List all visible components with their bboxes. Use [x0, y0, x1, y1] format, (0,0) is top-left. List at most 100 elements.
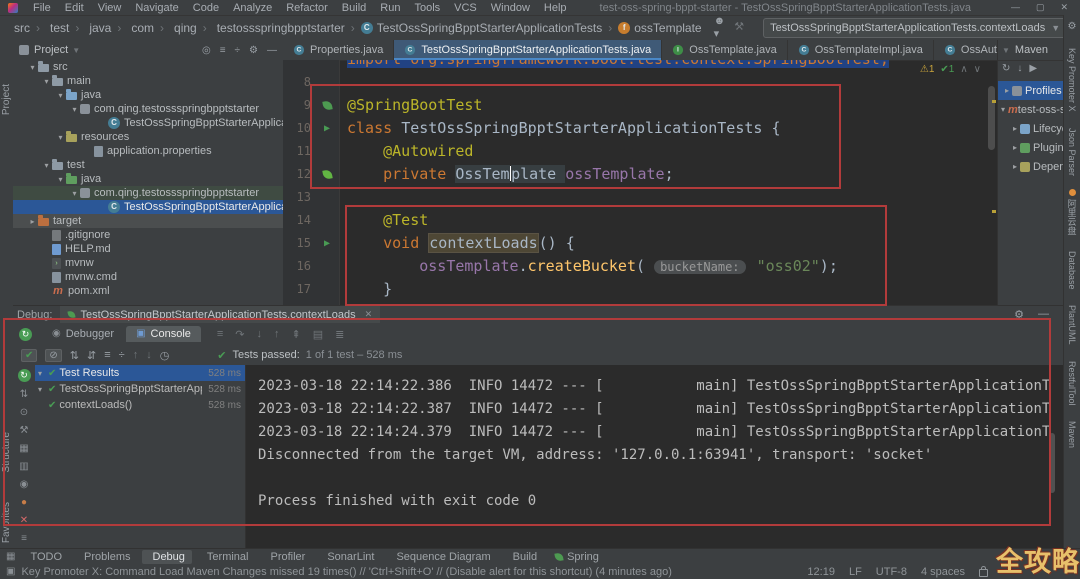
more-options-icon[interactable]: ≡: [21, 533, 27, 544]
menu-item[interactable]: Build: [335, 2, 373, 14]
breadcrumb-item[interactable]: TestOssSpringBpptStarterApplicationTests: [347, 21, 604, 35]
tool-stripe-item[interactable]: 阿里云盘: [1066, 189, 1079, 235]
editor-tab[interactable]: TestOssSpringBpptStarterApplicationTests…: [394, 40, 662, 60]
step-over-icon[interactable]: ≡: [217, 328, 223, 341]
close-icon[interactable]: ✕: [365, 309, 373, 320]
tree-expand-arrow[interactable]: ▾: [55, 133, 66, 142]
tree-item[interactable]: mvnw.cmd: [13, 270, 283, 284]
close-button[interactable]: ✕: [1060, 2, 1068, 13]
inspection-widget[interactable]: ⚠1 ✔1 ∧ ∨: [920, 64, 981, 75]
tool-window-button[interactable]: Terminal: [196, 550, 256, 564]
maven-refresh-icon[interactable]: ↻: [1002, 63, 1010, 79]
sort-alphabetically-icon[interactable]: ⇅: [70, 349, 79, 362]
maven-tree-item[interactable]: ▸ Dependencies: [998, 157, 1064, 176]
maven-download-icon[interactable]: ↓: [1017, 63, 1022, 79]
test-history-icon[interactable]: ◷: [160, 349, 170, 362]
toolwindow-toggle-icon[interactable]: ▦: [6, 552, 15, 562]
tool-window-button[interactable]: Build: [502, 550, 544, 564]
next-failed-icon[interactable]: ↓: [146, 349, 152, 361]
indent-setting[interactable]: 4 spaces: [921, 566, 965, 578]
tree-item[interactable]: ▾ main: [13, 74, 283, 88]
show-ignored-icon[interactable]: ⊘: [45, 349, 61, 362]
status-message[interactable]: Key Promoter X: Command Load Maven Chang…: [21, 566, 671, 578]
editor-tab[interactable]: Properties.java: [283, 40, 394, 60]
maven-tree-item[interactable]: ▸ Profiles: [998, 81, 1064, 100]
export-results-icon[interactable]: ◉: [20, 479, 29, 490]
tree-item[interactable]: application.properties: [13, 144, 283, 158]
step-out-icon[interactable]: ⇞: [292, 328, 301, 341]
tool-stripe-item[interactable]: RestfulTool: [1067, 358, 1077, 406]
debug-session-tab[interactable]: TestOssSpringBpptStarterApplicationTests…: [60, 306, 380, 323]
tool-window-button[interactable]: SonarLint: [316, 550, 381, 564]
tool-window-button[interactable]: TODO: [19, 550, 69, 564]
mute-breakpoints-icon[interactable]: ≣: [335, 328, 344, 341]
chevron-down-icon[interactable]: ▼: [1002, 46, 1010, 55]
editor-tab[interactable]: OssTemplateImpl.java: [788, 40, 934, 60]
status-window-icon[interactable]: ▣: [6, 567, 15, 577]
console-output[interactable]: 2023-03-18 22:14:22.386 INFO 14472 --- […: [246, 365, 1063, 549]
tool-stripe-favorites[interactable]: Favorites: [1, 502, 12, 543]
tree-item[interactable]: ▾ test: [13, 158, 283, 172]
expand-all-icon[interactable]: ≡: [104, 349, 110, 361]
tree-expand-arrow[interactable]: ▾: [69, 189, 80, 198]
tree-item[interactable]: ▾ com.qing.testossspringbpptstarter: [13, 186, 283, 200]
maven-tree-item[interactable]: ▸ Lifecycle: [998, 119, 1064, 138]
rerun-icon[interactable]: ↻: [19, 328, 32, 341]
tree-item[interactable]: ▾ java: [13, 172, 283, 186]
settings-wrench-icon[interactable]: ⚒: [20, 425, 29, 436]
gear-icon[interactable]: ⚙: [249, 45, 258, 56]
gear-icon[interactable]: ⚙: [1014, 308, 1024, 321]
spring-bean-icon[interactable]: [322, 169, 332, 179]
tool-window-button[interactable]: Spring: [548, 550, 606, 564]
tree-expand-arrow[interactable]: ▾: [41, 77, 52, 86]
collapse-all-icon[interactable]: ÷: [119, 349, 125, 361]
tree-item[interactable]: ▾ src: [13, 60, 283, 74]
sort-by-duration-icon[interactable]: ⇵: [87, 349, 96, 362]
breadcrumb-item[interactable]: ossTemplate: [604, 21, 703, 35]
chevron-down-icon[interactable]: ▼: [72, 46, 80, 55]
tool-stripe-structure[interactable]: Structure: [1, 432, 12, 473]
menu-item[interactable]: File: [26, 2, 58, 14]
menu-item[interactable]: View: [91, 2, 129, 14]
console-scrollbar[interactable]: [1049, 433, 1055, 493]
breadcrumb-item[interactable]: src: [8, 21, 32, 35]
tool-window-button[interactable]: Sequence Diagram: [385, 550, 497, 564]
tree-expand-arrow[interactable]: ▾: [55, 175, 66, 184]
tool-stripe-item[interactable]: PlantUML: [1067, 302, 1077, 345]
collapse-all-icon[interactable]: ≡: [220, 45, 226, 56]
tool-stripe-project[interactable]: Project: [1, 84, 12, 115]
tree-item[interactable]: pom.xml: [13, 284, 283, 298]
tab-console[interactable]: ▣ Console: [126, 326, 201, 342]
step-into-icon[interactable]: ↷: [235, 328, 244, 341]
tool-stripe-item[interactable]: Key Promoter X: [1067, 45, 1077, 112]
breadcrumb-item[interactable]: test: [32, 21, 71, 35]
menu-item[interactable]: Navigate: [128, 2, 185, 14]
tree-item[interactable]: .gitignore: [13, 228, 283, 242]
maven-run-icon[interactable]: ▶: [1029, 63, 1037, 79]
test-result-row[interactable]: ▾ ✔ TestOssSpringBpptStarterApplic 528 m…: [35, 381, 245, 397]
build-hammer-icon[interactable]: ⚒: [734, 22, 744, 33]
tree-expand-arrow[interactable]: ▾: [27, 63, 38, 72]
spring-leaf-icon[interactable]: [322, 100, 332, 110]
lock-icon[interactable]: [979, 569, 988, 577]
previous-failed-icon[interactable]: ↑: [133, 349, 139, 361]
hide-panel-icon[interactable]: —: [267, 45, 277, 56]
code-area[interactable]: import org.springframework.boot.test.con…: [283, 60, 997, 305]
menu-item[interactable]: Run: [373, 2, 407, 14]
maximize-button[interactable]: ▢: [1036, 2, 1045, 13]
maven-tree-item[interactable]: ▾ test-oss-spring-bppt-starter: [998, 100, 1064, 119]
menu-item[interactable]: Edit: [58, 2, 91, 14]
tree-item[interactable]: ▾ com.qing.testossspringbpptstarter: [13, 102, 283, 116]
step-down-icon[interactable]: ↓: [257, 328, 263, 341]
file-encoding[interactable]: UTF-8: [876, 566, 907, 578]
menu-item[interactable]: Help: [537, 2, 574, 14]
screenshot-icon[interactable]: ●: [21, 497, 27, 508]
editor-tab[interactable]: OssTemplate.java: [662, 40, 787, 60]
menu-item[interactable]: VCS: [447, 2, 484, 14]
expand-settings-icon[interactable]: ÷: [235, 45, 241, 56]
line-separator[interactable]: LF: [849, 566, 862, 578]
tree-expand-arrow[interactable]: ▾: [69, 105, 80, 114]
view-breakpoints-icon[interactable]: ▤: [313, 328, 323, 341]
hide-panel-icon[interactable]: —: [1038, 308, 1049, 321]
next-issue-icon[interactable]: ∨: [974, 64, 981, 75]
